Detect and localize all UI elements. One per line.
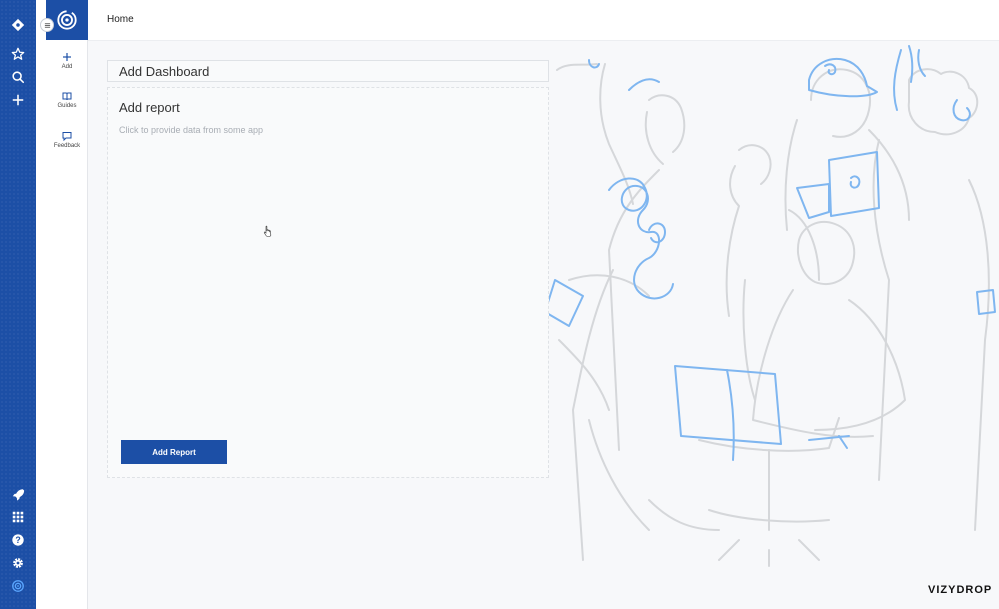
- plus-icon[interactable]: [0, 89, 36, 111]
- report-title: Add report: [119, 100, 180, 115]
- vizydrop-logo: VIZYDROP: [928, 584, 993, 596]
- gear-icon[interactable]: [0, 552, 36, 574]
- dashboard-title-field[interactable]: Add Dashboard: [107, 60, 549, 82]
- guides-tool-label: Guides: [57, 103, 77, 109]
- feedback-tool[interactable]: Feedback: [46, 131, 88, 149]
- vizydrop-logo-icon: [57, 10, 77, 30]
- diamond-logo-icon[interactable]: [0, 14, 36, 36]
- search-icon[interactable]: [0, 66, 36, 88]
- top-header: Home: [88, 0, 999, 41]
- breadcrumb-home[interactable]: Home: [107, 14, 134, 25]
- rocket-icon[interactable]: [0, 483, 36, 505]
- book-icon: [62, 92, 72, 101]
- report-subtitle: Click to provide data from some app: [119, 125, 264, 135]
- add-tool[interactable]: Add: [46, 52, 88, 70]
- app-rail: ?: [0, 0, 36, 609]
- svg-text:?: ?: [15, 535, 20, 545]
- chat-icon: [62, 132, 72, 141]
- add-report-card[interactable]: Add report Click to provide data from so…: [107, 87, 549, 478]
- apps-grid-icon[interactable]: [0, 506, 36, 528]
- plus-icon: [63, 53, 71, 61]
- add-tool-label: Add: [61, 64, 73, 70]
- help-icon[interactable]: ?: [0, 529, 36, 551]
- guides-tool[interactable]: Guides: [46, 91, 88, 109]
- tools-sidebar: Add Guides Feedback: [36, 0, 88, 609]
- team-illustration: [549, 45, 996, 567]
- add-report-button[interactable]: Add Report: [121, 440, 227, 464]
- menu-icon: [44, 22, 50, 28]
- collapse-sidebar-button[interactable]: [40, 18, 54, 32]
- vizydrop-icon[interactable]: [0, 575, 36, 597]
- feedback-tool-label: Feedback: [53, 143, 81, 149]
- hand-cursor-icon: [263, 225, 272, 237]
- star-icon[interactable]: [0, 43, 36, 65]
